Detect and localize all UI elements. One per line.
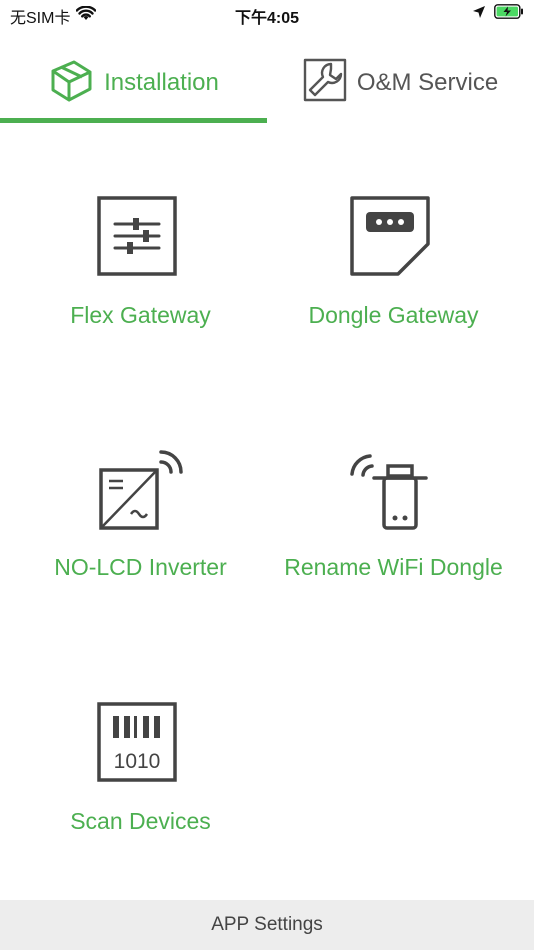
package-box-icon <box>48 58 94 109</box>
tile-rename-wifi-dongle-label: Rename WiFi Dongle <box>284 554 503 580</box>
status-right <box>472 4 524 24</box>
tile-dongle-gateway[interactable]: Dongle Gateway <box>260 196 527 396</box>
barcode-text: 1010 <box>114 750 161 773</box>
tile-no-lcd-inverter[interactable]: NO-LCD Inverter <box>7 448 274 648</box>
tile-scan-devices-label: Scan Devices <box>70 808 211 834</box>
tile-flex-gateway-label: Flex Gateway <box>70 302 211 328</box>
status-bar: 无SIM卡 下午4:05 <box>0 0 534 28</box>
tab-om-service[interactable]: O&M Service <box>267 44 534 122</box>
tile-scan-devices[interactable]: 1010 Scan Devices <box>7 702 274 902</box>
status-time: 下午4:05 <box>234 10 300 27</box>
sliders-icon <box>97 196 187 286</box>
tile-no-lcd-inverter-label: NO-LCD Inverter <box>54 554 227 580</box>
wifi-dongle-icon <box>350 448 440 538</box>
battery-charging-icon <box>494 4 524 24</box>
tab-installation-label: Installation <box>104 69 219 96</box>
tile-dongle-gateway-label: Dongle Gateway <box>308 302 479 328</box>
tile-flex-gateway[interactable]: Flex Gateway <box>7 196 274 396</box>
tile-rename-wifi-dongle[interactable]: Rename WiFi Dongle <box>260 448 527 648</box>
app-settings-button[interactable]: APP Settings <box>0 900 534 950</box>
inverter-wireless-icon <box>97 448 187 538</box>
barcode-scan-icon: 1010 <box>97 702 187 792</box>
tab-om-service-label: O&M Service <box>356 69 499 96</box>
active-tab-indicator <box>0 118 267 123</box>
location-arrow-icon <box>472 5 486 24</box>
wrench-icon <box>303 58 347 109</box>
dongle-card-icon <box>350 196 440 286</box>
tab-bar: Installation O&M Service <box>0 44 534 126</box>
tab-installation[interactable]: Installation <box>0 44 267 122</box>
app-settings-label: APP Settings <box>211 914 323 935</box>
